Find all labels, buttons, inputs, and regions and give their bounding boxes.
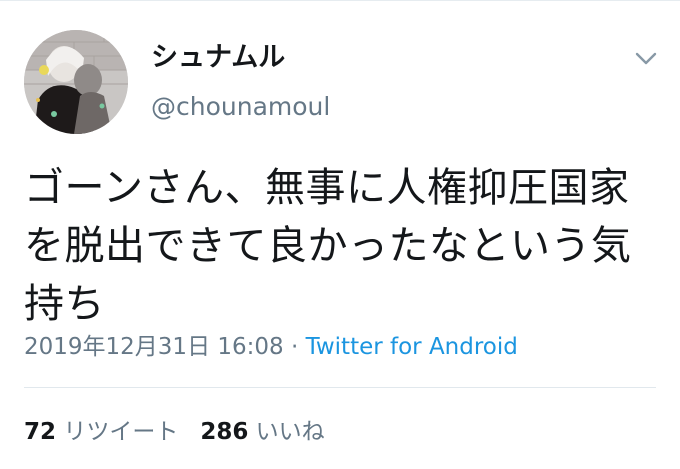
retweets-count: 72 (24, 419, 57, 445)
tweet-source-link[interactable]: Twitter for Android (306, 334, 518, 360)
display-name[interactable]: シュナムル (151, 41, 285, 75)
top-divider (0, 0, 680, 1)
meta-separator: · (283, 334, 306, 360)
stats-divider (24, 387, 656, 388)
retweets-label: リツイート (63, 419, 179, 445)
tweet-meta: 2019年12月31日 16:08 · Twitter for Android (24, 331, 518, 363)
chevron-down-icon[interactable] (628, 44, 664, 74)
avatar-image (24, 30, 128, 134)
likes-count: 286 (200, 419, 249, 445)
likes-stat[interactable]: 286 いいね (200, 419, 324, 445)
user-handle[interactable]: @chounamoul (151, 91, 330, 123)
tweet-card: シュナムル @chounamoul ゴーンさん、無事に人権抑圧国家を脱出できて良… (0, 0, 680, 469)
likes-label: いいね (255, 419, 325, 445)
tweet-timestamp[interactable]: 2019年12月31日 16:08 (24, 334, 284, 360)
tweet-stats: 72 リツイート 286 いいね (24, 416, 325, 448)
tweet-text: ゴーンさん、無事に人権抑圧国家を脱出できて良かったなという気持ち (24, 165, 632, 327)
avatar[interactable] (24, 30, 128, 134)
retweets-stat[interactable]: 72 リツイート (24, 419, 178, 445)
